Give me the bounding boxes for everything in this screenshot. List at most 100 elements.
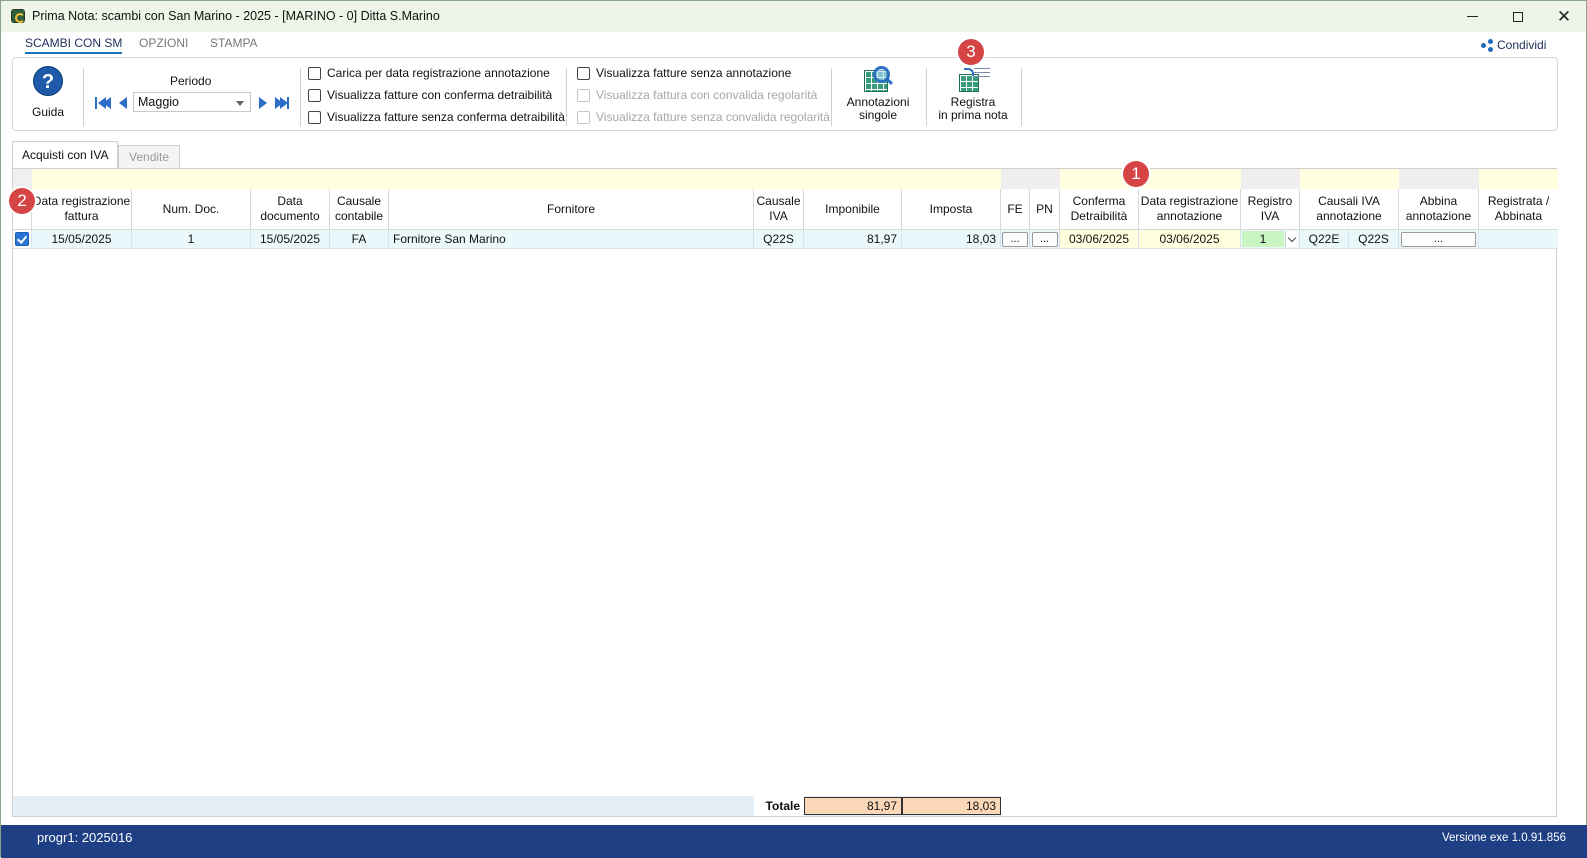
cell-causale-iva-ann-2[interactable]: Q22S <box>1349 230 1399 249</box>
header-pn[interactable]: PN <box>1030 189 1060 230</box>
header-causali-iva-annotazione[interactable]: Causali IVA annotazione <box>1300 189 1399 230</box>
cell-conferma-detraibilita[interactable]: 03/06/2025 <box>1060 230 1139 249</box>
check-con-conferma-detraibilita[interactable]: Visualizza fatture con conferma detraibi… <box>308 88 552 102</box>
separator <box>83 68 84 126</box>
pn-open-button[interactable]: ... <box>1031 231 1058 247</box>
status-version: Versione exe 1.0.91.856 <box>1441 832 1566 844</box>
application-window: Prima Nota: scambi con San Marino - 2025… <box>0 0 1587 858</box>
registro-iva-value: 1 <box>1242 231 1284 247</box>
header-registro-iva[interactable]: Registro IVA <box>1241 189 1300 230</box>
header-data-reg-annotazione[interactable]: Data registrazione annotazione <box>1139 189 1241 230</box>
filter-band <box>32 169 1558 189</box>
annotazioni-singole-button[interactable]: Annotazioni singole <box>841 66 915 122</box>
callout-badge-1: 1 <box>1123 161 1149 187</box>
total-imposta: 18,03 <box>902 797 1001 815</box>
totals-blank <box>1001 796 1556 816</box>
separator <box>566 68 567 126</box>
chevron-down-icon <box>1287 233 1297 243</box>
prev-period-icon[interactable] <box>117 96 131 110</box>
cell-fornitore[interactable]: Fornitore San Marino <box>389 230 754 249</box>
cell-data-reg-fattura[interactable]: 15/05/2025 <box>32 230 132 249</box>
maximize-button[interactable] <box>1495 1 1541 32</box>
header-causale-contabile[interactable]: Causale contabile <box>330 189 389 230</box>
cell-pn: ... <box>1030 230 1060 249</box>
next-period-icon[interactable] <box>257 96 271 110</box>
abbina-annotazione-button[interactable]: ... <box>1401 231 1476 247</box>
ribbon-tab-opzioni[interactable]: OPZIONI <box>139 36 188 50</box>
cell-causale-iva[interactable]: Q22S <box>754 230 804 249</box>
checkbox-checked-icon <box>15 232 29 246</box>
header-line: contabile <box>334 209 384 223</box>
check-senza-conferma-detraibilita[interactable]: Visualizza fatture senza conferma detrai… <box>308 110 565 124</box>
checkbox-icon <box>308 110 321 124</box>
tab-acquisti-iva[interactable]: Acquisti con IVA <box>12 141 119 168</box>
cell-imposta[interactable]: 18,03 <box>902 230 1001 249</box>
check-senza-convalida-regolarita: Visualizza fatture senza convalida regol… <box>577 110 830 124</box>
cell-num-doc[interactable]: 1 <box>132 230 251 249</box>
header-abbina-annotazione[interactable]: Abbina annotazione <box>1399 189 1479 230</box>
header-line: fattura <box>64 209 99 223</box>
header-imponibile[interactable]: Imponibile <box>804 189 902 230</box>
header-line: IVA <box>769 209 788 223</box>
check-label: Visualizza fatture senza conferma detrai… <box>327 110 565 124</box>
checkbox-icon <box>577 110 590 124</box>
ribbon-tab-stampa[interactable]: STAMPA <box>210 36 258 50</box>
header-line: Registro <box>1247 194 1293 208</box>
guida-label: Guida <box>31 105 65 119</box>
cell-causale-iva-ann-1[interactable]: Q22E <box>1300 230 1349 249</box>
registra-prima-nota-button[interactable]: Registra in prima nota <box>933 66 1013 122</box>
header-fe[interactable]: FE <box>1001 189 1030 230</box>
minimize-icon <box>1466 16 1478 17</box>
cell-causale-contabile[interactable]: FA <box>330 230 389 249</box>
app-logo-icon <box>11 9 25 23</box>
status-bar: progr1: 2025016 Versione exe 1.0.91.856 <box>1 825 1587 858</box>
cell-fe: ... <box>1001 230 1030 249</box>
share-button[interactable]: Condividi <box>1481 38 1546 52</box>
header-fornitore[interactable]: Fornitore <box>389 189 754 230</box>
header-registrata-abbinata[interactable]: Registrata / Abbinata <box>1479 189 1558 230</box>
check-label: Visualizza fatture con conferma detraibi… <box>327 88 553 102</box>
cell-imponibile[interactable]: 81,97 <box>804 230 902 249</box>
share-icon <box>1481 39 1493 52</box>
ribbon-tabs: SCAMBI CON SM OPZIONI STAMPA Condividi <box>1 32 1586 56</box>
row-select-checkbox[interactable] <box>13 230 32 249</box>
check-con-convalida-regolarita: Visualizza fattura con convalida regolar… <box>577 88 817 102</box>
header-line: Causale <box>756 194 801 208</box>
ribbon-tab-scambi[interactable]: SCAMBI CON SM <box>25 36 123 54</box>
header-causale-iva[interactable]: Causale IVA <box>754 189 804 230</box>
header-num-doc[interactable]: Num. Doc. <box>132 189 251 230</box>
fe-open-button[interactable]: ... <box>1002 231 1028 247</box>
header-line: Abbina <box>1419 194 1458 208</box>
callout-badge-2: 2 <box>9 188 35 214</box>
header-line: Causali IVA <box>1318 194 1380 208</box>
cell-data-documento[interactable]: 15/05/2025 <box>251 230 330 249</box>
check-carica-data-reg[interactable]: Carica per data registrazione annotazion… <box>308 66 550 80</box>
callout-badge-3: 3 <box>958 39 984 65</box>
cell-data-reg-annotazione[interactable]: 03/06/2025 <box>1139 230 1241 249</box>
annotations-search-icon <box>863 66 894 94</box>
periodo-select[interactable]: Maggio <box>133 92 251 112</box>
separator <box>926 68 927 126</box>
last-period-icon[interactable] <box>275 96 289 110</box>
header-line: Registrata / <box>1487 194 1550 208</box>
close-button[interactable]: ✕ <box>1541 1 1587 32</box>
header-conferma-detraibilita[interactable]: Conferma Detraibilità <box>1060 189 1139 230</box>
filter-cell <box>1399 169 1479 189</box>
cell-registro-iva[interactable]: 1 <box>1241 230 1300 249</box>
header-data-reg-fattura[interactable]: Data registrazione fattura <box>32 189 132 230</box>
tab-vendite[interactable]: Vendite <box>118 145 181 168</box>
periodo-label: Periodo <box>170 74 212 88</box>
guida-button[interactable]: ? Guida <box>19 64 77 126</box>
registro-iva-dropdown[interactable] <box>1285 231 1298 247</box>
minimize-button[interactable] <box>1449 1 1495 32</box>
header-line: Fornitore <box>546 201 596 216</box>
header-imposta[interactable]: Imposta <box>902 189 1001 230</box>
first-period-icon[interactable] <box>95 96 111 110</box>
check-senza-annotazione[interactable]: Visualizza fatture senza annotazione <box>577 66 791 80</box>
checkbox-icon <box>577 88 590 102</box>
registra-label-2: in prima nota <box>938 108 1008 122</box>
check-label: Visualizza fatture senza convalida regol… <box>596 110 830 124</box>
maximize-icon <box>1513 11 1523 22</box>
header-data-documento[interactable]: Data documento <box>251 189 330 230</box>
checkbox-icon <box>308 66 321 80</box>
